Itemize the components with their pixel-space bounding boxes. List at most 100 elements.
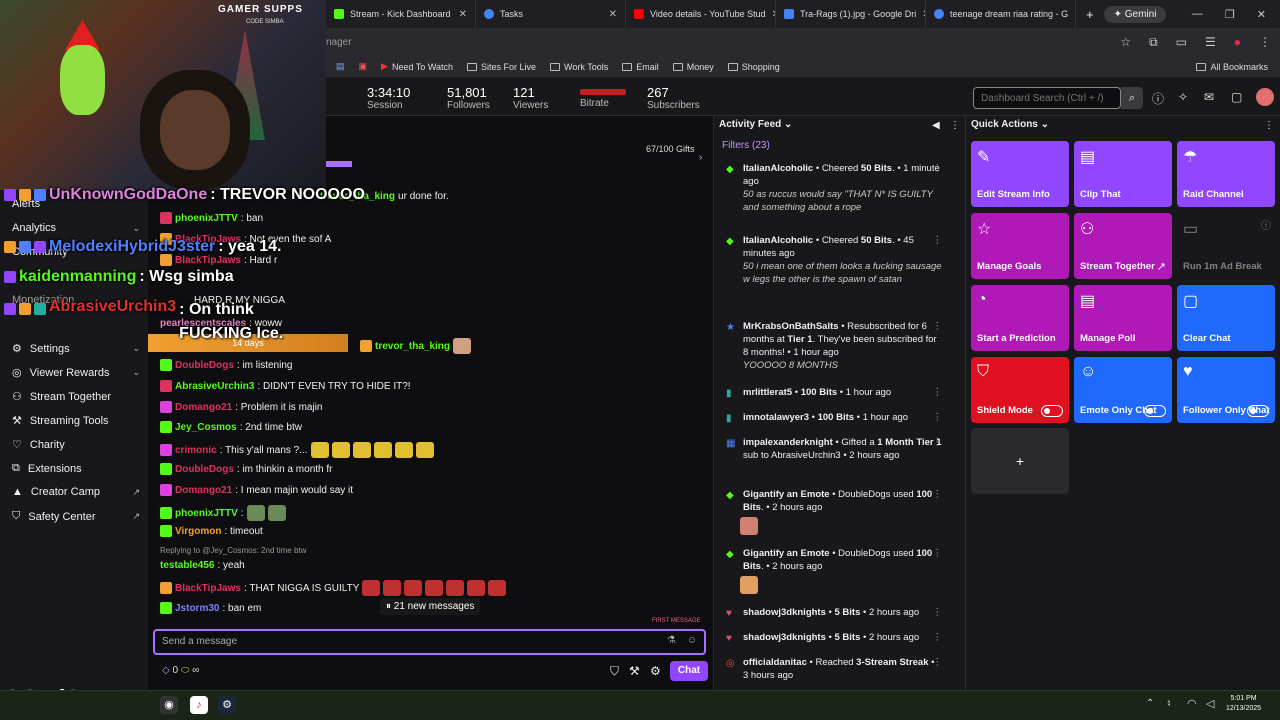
event-user[interactable]: ItalianAlcoholic [743, 163, 813, 174]
chat-username[interactable]: Jstorm30 [175, 603, 219, 614]
sidebar-item-creator-camp[interactable]: ▲ Creator Camp ↗ [12, 486, 140, 498]
dashboard-search-input[interactable] [973, 87, 1121, 109]
new-messages-button[interactable]: ⏸ 21 new messages [380, 598, 481, 615]
event-user[interactable]: imnotalawyer3 [743, 412, 809, 423]
cast-icon[interactable]: ▭ [1176, 35, 1187, 49]
bookmark-need-to-watch[interactable]: ▶ Need To Watch [381, 61, 453, 72]
toggle-switch[interactable] [1041, 405, 1063, 417]
avatar[interactable] [1256, 88, 1274, 106]
browser-tab[interactable]: Video details - YouTube Stud✕ [626, 0, 776, 28]
activity-event[interactable]: ♥ shadowj3dknights • 5 Bits • 2 hours ago… [726, 631, 942, 644]
more-icon[interactable]: ⋮ [933, 436, 943, 449]
sidebar-item-charity[interactable]: ♡ Charity [12, 438, 140, 452]
emote-picker-icon[interactable]: ☺ [687, 635, 697, 646]
event-user[interactable]: mrlittlerat5 [743, 387, 792, 398]
quick-action-edit-stream-info[interactable]: ✎ Edit Stream Info [971, 141, 1069, 207]
help-icon[interactable]: ⓘ [1152, 90, 1164, 107]
bookmark-folder[interactable]: Work Tools [550, 62, 608, 72]
toggle-switch[interactable] [1247, 405, 1269, 417]
more-icon[interactable]: ⋮ [933, 411, 943, 424]
url-text[interactable]: nager [326, 37, 1111, 48]
tray-chevron-icon[interactable]: ⌃ [1146, 698, 1154, 709]
tune-icon[interactable]: ☰ [1205, 35, 1216, 49]
chat-username[interactable]: DoubleDogs [175, 360, 234, 371]
channel-points[interactable]: ◇ 0 ⬭ ∞ [162, 665, 199, 676]
profile-icon[interactable]: ● [1234, 35, 1241, 49]
close-icon[interactable]: ✕ [609, 9, 617, 20]
sidebar-item-streaming-tools[interactable]: ⚒ Streaming Tools [12, 414, 140, 428]
bookmark-folder[interactable]: Shopping [727, 62, 780, 72]
chat-username[interactable]: trevor_tha_king [375, 341, 450, 352]
shield-icon[interactable]: ⛉ [610, 664, 619, 679]
activity-event[interactable]: ◆ ItalianAlcoholic • Cheered 50 Bits. • 4… [726, 234, 942, 286]
bookmark-icon[interactable]: ▣ [359, 61, 368, 72]
quick-action-raid-channel[interactable]: ☂ Raid Channel [1177, 141, 1275, 207]
notifications-icon[interactable]: ▢ [1231, 90, 1242, 104]
mod-tools-icon[interactable]: ⚒ [629, 664, 640, 678]
chat-username[interactable]: Jey_Cosmos [175, 422, 237, 433]
activity-event[interactable]: ♥ shadowj3dknights • 5 Bits • 2 hours ago… [726, 606, 942, 619]
activity-event[interactable]: ★ MrKrabsOnBathSalts • Resubscribed for 6… [726, 320, 942, 372]
star-icon[interactable]: ☆ [1120, 35, 1131, 49]
chat-username[interactable]: Domango21 [175, 485, 232, 496]
event-user[interactable]: officialdanitac [743, 657, 807, 668]
quick-action-clear-chat[interactable]: ▢ Clear Chat [1177, 285, 1275, 351]
quick-action-start-a-prediction[interactable]: ◔ Start a Prediction [971, 285, 1069, 351]
activity-event[interactable]: ▦ impalexanderknight • Gifted a 1 Month T… [726, 436, 942, 462]
chat-username[interactable]: DoubleDogs [175, 464, 234, 475]
more-icon[interactable]: ⋮ [933, 162, 943, 175]
sparkle-icon[interactable]: ✧ [1178, 90, 1188, 104]
sidebar-item-safety-center[interactable]: ⛉ Safety Center ↗ [12, 510, 140, 523]
quick-action-stream-together[interactable]: ⚇ Stream Together ↗ [1074, 213, 1172, 279]
add-quick-action-button[interactable]: + [971, 428, 1069, 494]
steam-icon[interactable]: ⚙ [218, 696, 236, 714]
activity-event[interactable]: ◎ officialdanitac • Reached 3-Stream Stre… [726, 656, 942, 682]
chat-username[interactable]: Virgomon [175, 526, 221, 537]
sidebar-item-extensions[interactable]: ⧉ Extensions [12, 462, 140, 475]
more-icon[interactable]: ⋮ [933, 547, 943, 560]
chat-username[interactable]: crimonic [175, 445, 217, 456]
event-user[interactable]: impalexanderknight [743, 437, 833, 448]
quick-action-manage-poll[interactable]: ▤ Manage Poll [1074, 285, 1172, 351]
more-icon[interactable]: ⋮ [933, 234, 943, 247]
bookmark-icon[interactable]: ▤ [336, 61, 345, 72]
activity-event[interactable]: ◆ Gigantify an Emote • DoubleDogs used 10… [726, 547, 942, 594]
more-icon[interactable]: ⋮ [933, 488, 943, 501]
info-icon[interactable]: ⓘ [1261, 217, 1271, 232]
more-icon[interactable]: ⋮ [933, 320, 943, 333]
activity-event[interactable]: ▮ mrlittlerat5 • 100 Bits • 1 hour ago ⋮ [726, 386, 942, 399]
browser-tab[interactable]: Tra-Rags (1).jpg - Google Dri✕ [776, 0, 926, 28]
quick-action-clip-that[interactable]: ▤ Clip That [1074, 141, 1172, 207]
close-window-icon[interactable]: ✕ [1257, 8, 1266, 21]
browser-tab[interactable]: teenage dream riaa rating - G ✕ [926, 0, 1076, 28]
mail-icon[interactable]: ✉ [1204, 90, 1214, 104]
system-clock[interactable]: 5:01 PM 12/13/2025 [1226, 694, 1261, 714]
menu-icon[interactable]: ⋮ [1259, 35, 1271, 49]
extensions-icon[interactable]: ⧉ [1149, 35, 1158, 50]
quick-action-run-1m-ad-break[interactable]: ▭ Run 1m Ad Break ⓘ [1177, 213, 1275, 279]
event-user[interactable]: ItalianAlcoholic [743, 235, 813, 246]
quick-action-shield-mode[interactable]: ⛉ Shield Mode [971, 357, 1069, 423]
event-user[interactable]: Gigantify an Emote [743, 548, 830, 559]
restore-icon[interactable]: ❐ [1225, 8, 1235, 21]
event-user[interactable]: Gigantify an Emote [743, 489, 830, 500]
chat-username[interactable]: AbrasiveUrchin3 [175, 381, 254, 392]
obs-icon[interactable]: ◉ [160, 696, 178, 714]
more-icon[interactable]: ⋮ [933, 386, 943, 399]
quick-action-follower-only-chat[interactable]: ♥ Follower Only Chat [1177, 357, 1275, 423]
activity-event[interactable]: ▮ imnotalawyer3 • 100 Bits • 1 hour ago ⋮ [726, 411, 942, 424]
event-user[interactable]: shadowj3dknights [743, 632, 826, 643]
bookmark-folder[interactable]: Money [672, 62, 714, 72]
chat-input[interactable]: Send a message ⚗ ☺ [153, 629, 706, 655]
chat-username[interactable]: BlackTipJaws [175, 583, 241, 594]
wifi-icon[interactable]: ◠ [1187, 697, 1197, 710]
chat-username[interactable]: BlackTipJaws [175, 255, 241, 266]
chat-username[interactable]: phoenixJTTV [175, 213, 238, 224]
close-icon[interactable]: ✕ [1074, 9, 1075, 20]
browser-tab[interactable]: Tasks ✕ [476, 0, 626, 28]
browser-tab[interactable]: Stream - Kick Dashboard ✕ [326, 0, 476, 28]
more-icon[interactable]: ⋮ [933, 631, 943, 644]
bookmark-folder[interactable]: Sites For Live [466, 62, 536, 72]
chat-username[interactable]: phoenixJTTV [175, 508, 238, 519]
quick-action-manage-goals[interactable]: ☆ Manage Goals [971, 213, 1069, 279]
